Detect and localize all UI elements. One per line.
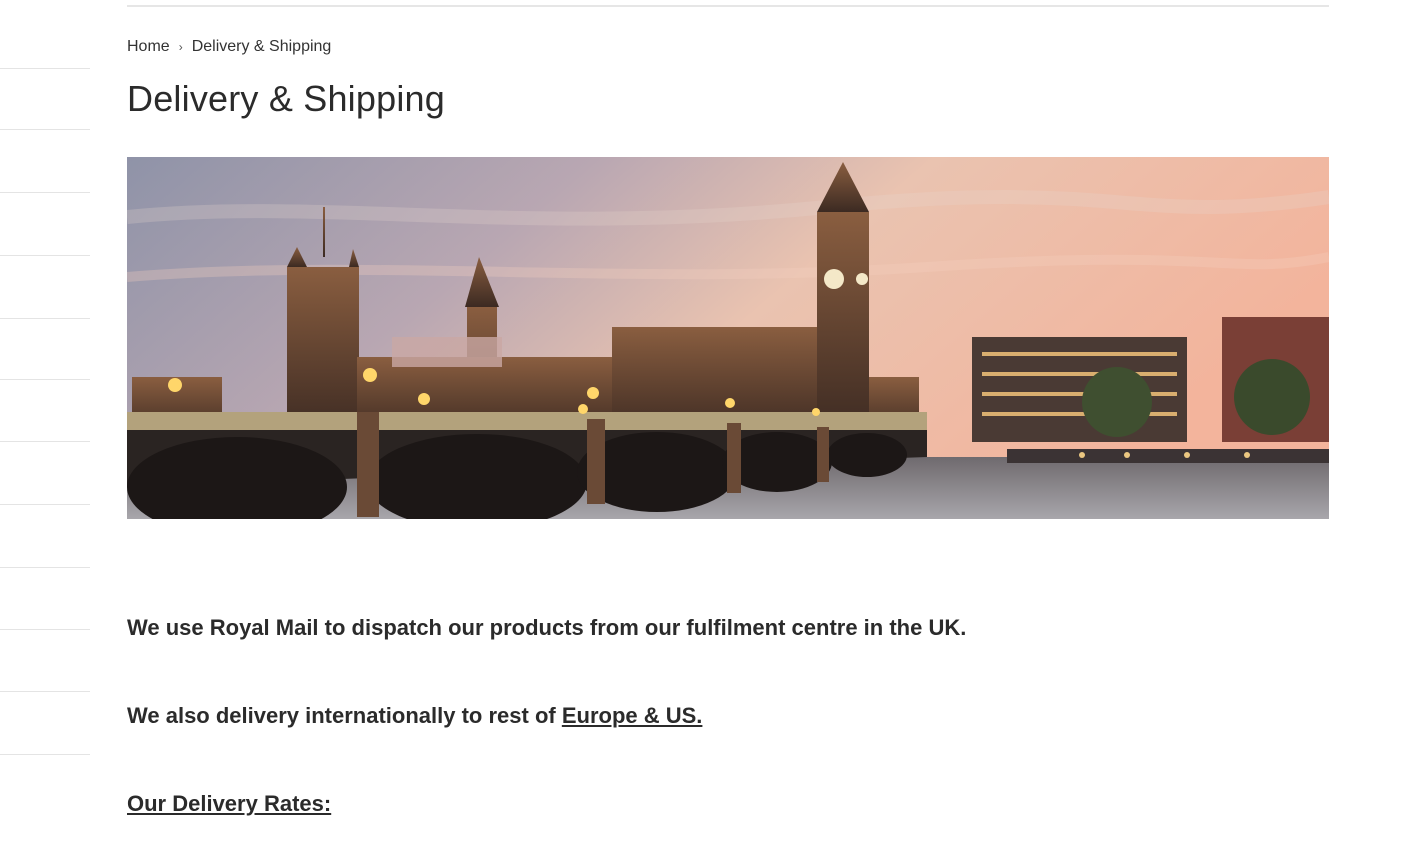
page-title: Delivery & Shipping xyxy=(127,78,445,119)
london-skyline-image xyxy=(127,157,1329,519)
delivery-rates-heading: Our Delivery Rates: xyxy=(127,791,332,816)
breadcrumb-home-link[interactable]: Home xyxy=(127,38,170,56)
header-divider xyxy=(127,5,1329,7)
europe-us-link[interactable]: Europe & US. xyxy=(562,703,703,728)
divider xyxy=(0,192,90,193)
divider xyxy=(0,318,90,319)
divider xyxy=(0,691,90,692)
chevron-right-icon: › xyxy=(178,40,183,54)
divider xyxy=(0,754,90,755)
divider xyxy=(0,567,90,568)
international-paragraph: We also delivery internationally to rest… xyxy=(127,703,702,729)
divider xyxy=(0,255,90,256)
divider xyxy=(0,129,90,130)
divider xyxy=(0,441,90,442)
breadcrumb-current: Delivery & Shipping xyxy=(191,38,332,55)
divider xyxy=(0,629,90,630)
breadcrumb: Home › Delivery & Shipping xyxy=(127,38,331,56)
divider xyxy=(0,504,90,505)
side-menu-dividers xyxy=(0,0,90,867)
international-text: We also delivery internationally to rest… xyxy=(127,703,562,728)
divider xyxy=(0,379,90,380)
dispatch-paragraph: We use Royal Mail to dispatch our produc… xyxy=(127,615,967,640)
divider xyxy=(0,68,90,69)
